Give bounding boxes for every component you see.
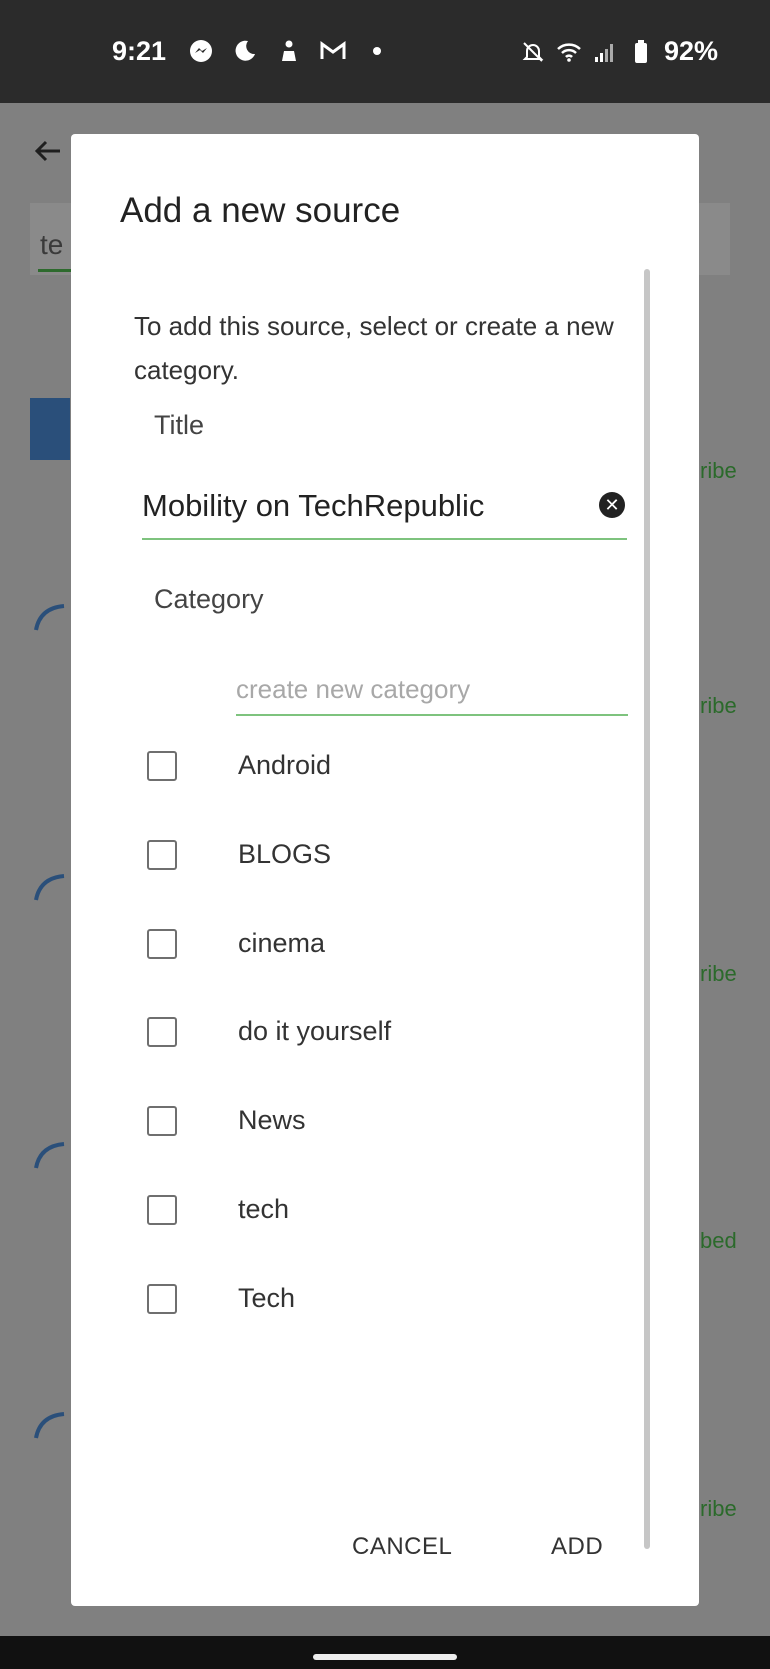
subscribe-fragment: ribe (700, 1496, 737, 1521)
source-logo-icon (30, 398, 70, 460)
category-label-text: News (238, 1105, 306, 1135)
back-arrow-icon (30, 133, 66, 169)
category-item-tech-lower[interactable]: tech (71, 1178, 631, 1248)
category-checkbox[interactable] (147, 1017, 177, 1047)
add-source-dialog: Add a new source To add this source, sel… (71, 134, 699, 1606)
status-bar: 9:21 92% (0, 0, 770, 103)
category-checkbox[interactable] (147, 751, 177, 781)
category-checkbox[interactable] (147, 840, 177, 870)
battery-icon (628, 39, 654, 65)
category-item-blogs[interactable]: BLOGS (71, 823, 631, 893)
category-checkbox[interactable] (147, 929, 177, 959)
category-item-cinema[interactable]: cinema (71, 912, 631, 982)
category-label: Category (154, 584, 264, 614)
dot-icon (364, 38, 390, 64)
moon-icon (232, 38, 258, 64)
source-logo-icon (30, 1406, 70, 1468)
cleaning-icon (276, 38, 302, 64)
category-label-text: Android (238, 750, 332, 780)
category-label-text: Tech (238, 1283, 296, 1313)
messenger-icon (188, 38, 214, 64)
battery-percent: 92% (663, 36, 718, 66)
category-label-text: do it yourself (238, 1016, 392, 1046)
dialog-actions: CANCEL ADD (71, 1519, 699, 1579)
subscribe-fragment: ribe (700, 458, 737, 483)
category-checkbox[interactable] (147, 1195, 177, 1225)
source-logo-icon (30, 1136, 70, 1198)
category-item-news[interactable]: News (71, 1089, 631, 1159)
bell-off-icon (520, 39, 546, 65)
clock: 9:21 (112, 36, 167, 66)
system-icons: 92% (520, 36, 718, 67)
title-input[interactable] (142, 488, 562, 524)
category-checkbox[interactable] (147, 1106, 177, 1136)
subscribe-fragment: ribe (700, 693, 737, 718)
add-button[interactable]: ADD (551, 1533, 603, 1561)
dialog-title: Add a new source (120, 191, 401, 230)
cancel-button[interactable]: CANCEL (352, 1533, 452, 1561)
title-field[interactable]: ✕ (142, 486, 627, 540)
signal-icon (592, 39, 618, 65)
source-logo-icon (30, 598, 70, 660)
category-checkbox[interactable] (147, 1284, 177, 1314)
new-category-input[interactable] (236, 674, 628, 705)
background-search-text: te (40, 229, 64, 260)
notification-icons (188, 38, 390, 64)
source-logo-icon (30, 868, 70, 930)
category-label-text: cinema (238, 928, 326, 958)
category-item-tech-upper[interactable]: Tech (71, 1267, 631, 1337)
category-label-text: tech (238, 1194, 290, 1224)
gmail-icon (320, 38, 346, 64)
category-item-do-it-yourself[interactable]: do it yourself (71, 1000, 631, 1070)
dialog-scrollbar[interactable] (644, 269, 650, 1549)
home-gesture-handle[interactable] (313, 1654, 457, 1660)
navigation-bar (0, 1636, 770, 1669)
title-label: Title (154, 410, 205, 440)
subscribe-fragment: ribe (700, 961, 737, 986)
category-label-text: BLOGS (238, 839, 332, 869)
category-item-android[interactable]: Android (71, 734, 631, 804)
new-category-field[interactable] (236, 670, 628, 716)
clear-icon[interactable]: ✕ (599, 492, 625, 518)
wifi-icon (556, 39, 582, 65)
subscribe-fragment: bed (700, 1228, 737, 1253)
dialog-description: To add this source, select or create a n… (134, 311, 614, 385)
